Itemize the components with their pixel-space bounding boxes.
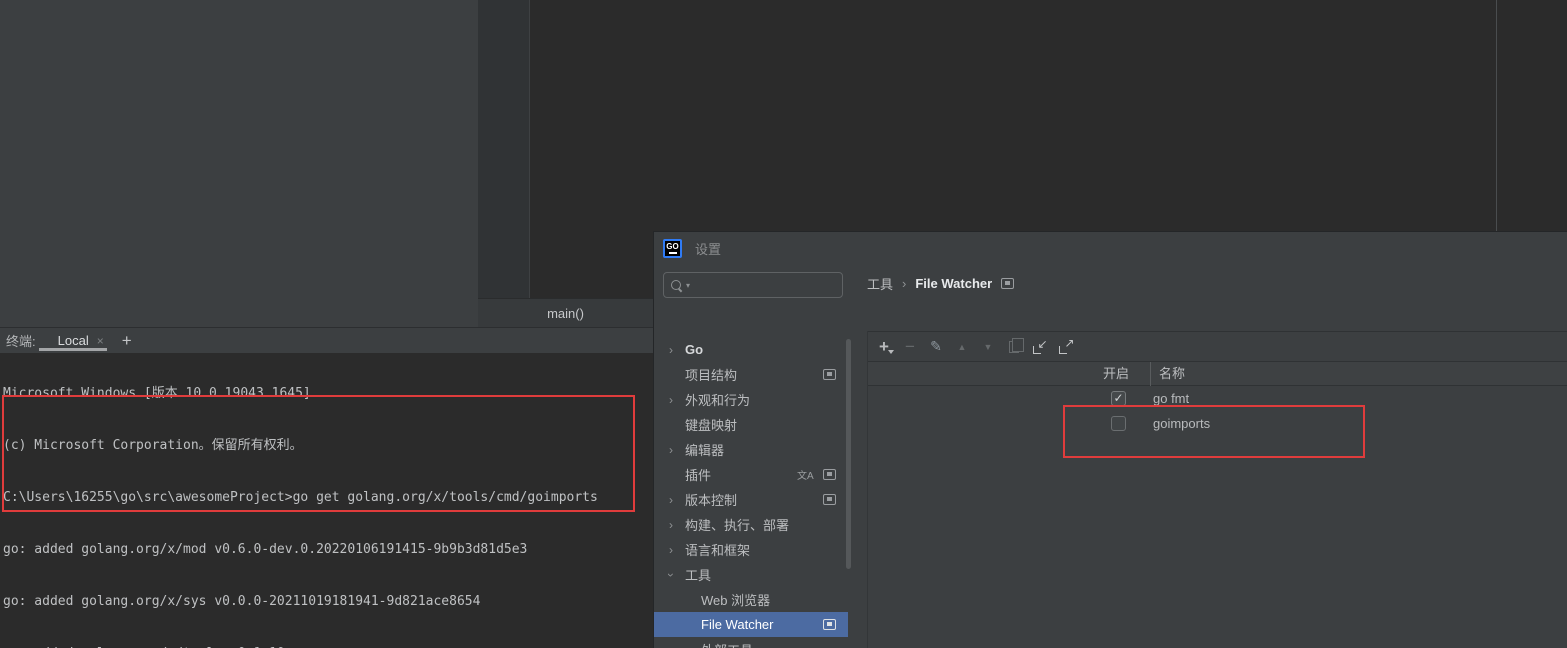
editor-gutter [478,0,530,299]
column-header-name[interactable]: 名称 [1159,362,1185,387]
dialog-title: 设置 [695,242,722,257]
add-watcher-button[interactable]: + [871,336,897,358]
watchers-table-panel: + − ✎ ▲ ▼ ↙ ↗ 开启 名称 级别 ✓ go fmt 项目 [867,331,1567,648]
sidebar-item-external-tools[interactable]: 外部工具 [654,637,848,648]
breadcrumb-current: File Watcher [915,275,993,291]
table-row-goimports[interactable]: goimports 项目 [868,411,1567,436]
chevron-right-icon[interactable]: › [666,493,676,507]
move-down-button[interactable]: ▼ [975,336,1001,358]
console-line: (c) Microsoft Corporation。保留所有权利。 [3,438,303,453]
sidebar-item-keymap[interactable]: 键盘映射 [654,412,848,437]
remove-watcher-button[interactable]: − [897,336,923,358]
ide-root: { "colors": { "panel_bg": "#3c3f41", "ed… [0,0,1567,648]
translate-icon: 文A [797,471,814,482]
table-header: 开启 名称 级别 [868,361,1567,386]
search-icon [671,279,682,291]
chevron-right-icon[interactable]: › [666,443,676,457]
settings-sidebar: ▾ › Go 项目结构 › 外观和行为 键盘映射 › 编辑器 插件 文A › 版… [654,265,851,648]
chevron-right-icon[interactable]: › [666,518,676,532]
new-terminal-button[interactable]: + [122,332,132,349]
sidebar-item-tools[interactable]: › 工具 [654,562,848,587]
move-up-button[interactable]: ▲ [949,336,975,358]
sidebar-item-project-structure[interactable]: 项目结构 [654,362,848,387]
column-separator[interactable] [1150,362,1151,386]
duplicate-watcher-button[interactable] [1001,336,1027,358]
settings-search-input[interactable]: ▾ [663,272,843,298]
tab-close-icon[interactable]: × [97,334,104,348]
import-watchers-button[interactable]: ↙ [1027,336,1053,358]
settings-box-icon [823,369,836,380]
sidebar-item-version-control[interactable]: › 版本控制 [654,487,848,512]
sidebar-item-file-watcher[interactable]: File Watcher [654,612,848,637]
sidebar-item-appearance[interactable]: › 外观和行为 [654,387,848,412]
export-watchers-button[interactable]: ↗ [1053,336,1079,358]
enabled-checkbox[interactable]: ✓ [1111,391,1126,406]
duplicate-icon [1009,337,1024,353]
dialog-titlebar[interactable]: GO 设置 [654,232,1567,265]
settings-box-icon [823,494,836,505]
chevron-right-icon[interactable]: › [666,543,676,557]
console-line: go: added golang.org/x/sys v0.0.0-202110… [3,594,481,609]
settings-box-icon [1001,277,1015,289]
console-line: Microsoft Windows [版本 10.0.19043.1645] [3,386,311,401]
console-line: go: added golang.org/x/mod v0.6.0-dev.0.… [3,542,528,557]
breadcrumb: 工具 › File Watcher [867,272,1015,294]
settings-tree: › Go 项目结构 › 外观和行为 键盘映射 › 编辑器 插件 文A › 版本控… [654,337,848,648]
settings-box-icon [823,469,836,480]
terminal-tab-local[interactable]: Local × [58,333,104,348]
chevron-down-icon[interactable]: › [664,570,678,580]
project-panel [0,0,478,327]
chevron-right-icon[interactable]: › [666,393,676,407]
import-icon: ↙ [1032,337,1048,354]
settings-dialog: GO 设置 ▾ › Go 项目结构 › 外观和行为 键盘映射 › 编辑器 插件 … [653,231,1567,648]
console-line: go: added golang.org/x/tools v0.1.10 [3,643,651,648]
breadcrumb-separator-icon: › [902,275,907,291]
enabled-checkbox[interactable] [1111,416,1126,431]
frames-bar: main() [478,298,653,327]
terminal-console[interactable]: Microsoft Windows [版本 10.0.19043.1645] (… [3,353,651,648]
active-tab-underline [39,348,107,351]
table-row-gofmt[interactable]: ✓ go fmt 项目 [868,386,1567,411]
edit-watcher-button[interactable]: ✎ [923,336,949,358]
frame-label: main() [547,305,584,321]
sidebar-item-plugins[interactable]: 插件 文A [654,462,848,487]
terminal-panel-label: 终端: [6,334,36,349]
search-caret-icon: ▾ [686,280,691,290]
settings-box-icon [823,619,836,630]
sidebar-item-languages[interactable]: › 语言和框架 [654,537,848,562]
goland-app-icon: GO [663,239,682,258]
sidebar-item-go[interactable]: › Go [654,337,848,362]
console-line: C:\Users\16255\go\src\awesomeProject>go … [3,490,598,505]
chevron-right-icon[interactable]: › [666,343,676,357]
sidebar-item-web-browsers[interactable]: Web 浏览器 [654,587,848,612]
editor-split-divider [1496,0,1497,231]
breadcrumb-parent[interactable]: 工具 [867,274,893,293]
watchers-toolbar: + − ✎ ▲ ▼ ↙ ↗ [868,331,1567,361]
sidebar-item-editor[interactable]: › 编辑器 [654,437,848,462]
column-header-enabled[interactable]: 开启 [1103,362,1129,387]
sidebar-item-build-deploy[interactable]: › 构建、执行、部署 [654,512,848,537]
terminal-tab-label: Local [57,333,89,348]
export-icon: ↗ [1058,336,1075,354]
settings-content: 工具 › File Watcher + − ✎ ▲ ▼ ↙ ↗ 开启 名称 级别 [848,265,1567,648]
